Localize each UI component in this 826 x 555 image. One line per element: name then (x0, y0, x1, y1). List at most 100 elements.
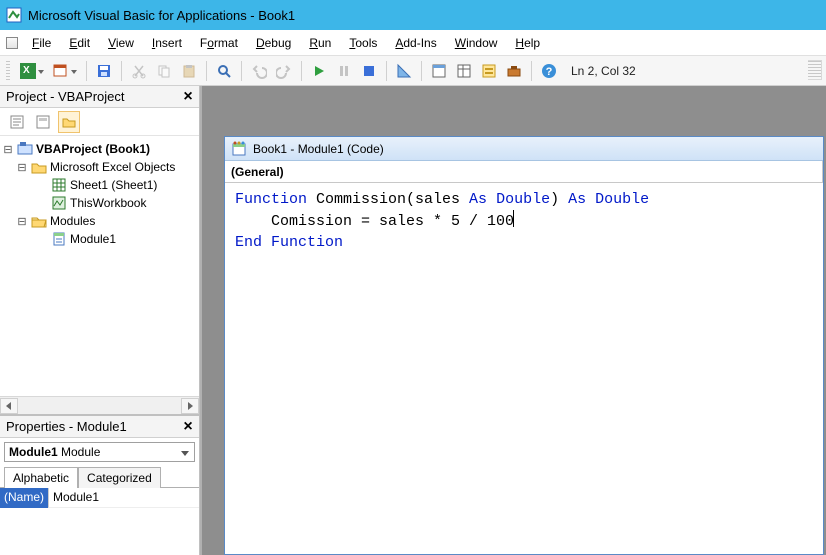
tree-label: Module1 (70, 232, 116, 246)
design-mode-button[interactable] (393, 60, 415, 82)
properties-tab-alphabetic[interactable]: Alphabetic (4, 467, 78, 488)
properties-object-combo[interactable]: Module1 Module (4, 442, 195, 462)
form-page-icon (35, 114, 51, 130)
menu-insert[interactable]: Insert (144, 33, 190, 53)
property-name-key: (Name) (0, 488, 48, 508)
project-hscrollbar[interactable] (0, 396, 199, 414)
properties-pane-close-icon[interactable]: × (179, 418, 197, 436)
stop-icon (362, 64, 376, 78)
copy-button[interactable] (153, 60, 175, 82)
pause-icon (337, 64, 351, 78)
menu-help[interactable]: Help (507, 33, 548, 53)
code-header: (General) (225, 161, 823, 183)
insert-object-button[interactable] (50, 60, 80, 82)
view-code-button[interactable] (6, 111, 28, 133)
menu-debug[interactable]: Debug (248, 33, 299, 53)
menu-format[interactable]: Format (192, 33, 246, 53)
tree-module1[interactable]: Module1 (2, 230, 197, 248)
collapse-icon[interactable]: ⊟ (16, 215, 28, 228)
folder-icon (61, 114, 77, 130)
tree-modules-folder[interactable]: ⊟ Modules (2, 212, 197, 230)
find-button[interactable] (213, 60, 235, 82)
project-pane-close-icon[interactable]: × (179, 88, 197, 106)
find-icon (216, 63, 232, 79)
properties-pane-title: Properties - Module1 (6, 419, 127, 434)
properties-grid[interactable]: (Name) Module1 (0, 487, 199, 508)
tree-label: ThisWorkbook (70, 196, 146, 210)
properties-icon (456, 63, 472, 79)
project-pane-header: Project - VBAProject × (0, 86, 199, 108)
tree-root[interactable]: ⊟ VBAProject (Book1) (2, 140, 197, 158)
worksheet-icon (51, 177, 67, 193)
menu-tools[interactable]: Tools (341, 33, 385, 53)
help-button[interactable]: ? (538, 60, 560, 82)
properties-tab-categorized[interactable]: Categorized (78, 467, 161, 488)
tree-label: Microsoft Excel Objects (50, 160, 175, 174)
menu-file[interactable]: File (24, 33, 59, 53)
tree-thisworkbook[interactable]: ThisWorkbook (2, 194, 197, 212)
scroll-left-icon[interactable] (0, 398, 18, 414)
property-name-value[interactable]: Module1 (48, 488, 199, 508)
tree-excel-objects[interactable]: ⊟ Microsoft Excel Objects (2, 158, 197, 176)
play-icon (312, 64, 326, 78)
toolbar-grip[interactable] (6, 61, 10, 81)
menu-addins[interactable]: Add-Ins (387, 33, 444, 53)
tree-label: Sheet1 (Sheet1) (70, 178, 157, 192)
tree-label: Modules (50, 214, 95, 228)
toolbar-overflow[interactable] (808, 60, 822, 80)
tree-sheet1[interactable]: Sheet1 (Sheet1) (2, 176, 197, 194)
break-button[interactable] (333, 60, 355, 82)
folder-open-icon (31, 213, 47, 229)
code-window: Book1 - Module1 (Code) (General) Functio… (224, 136, 824, 555)
workbook-icon (51, 195, 67, 211)
object-combo-label: (General) (231, 165, 284, 179)
toolbox-button[interactable] (503, 60, 525, 82)
properties-pane-header: Properties - Module1 × (0, 416, 199, 438)
undo-button[interactable] (248, 60, 270, 82)
redo-button[interactable] (273, 60, 295, 82)
menu-window[interactable]: Window (447, 33, 506, 53)
code-editor[interactable]: Function Commission(sales As Double) As … (225, 183, 823, 554)
properties-window-button[interactable] (453, 60, 475, 82)
cursor-position-status: Ln 2, Col 32 (571, 64, 636, 78)
collapse-icon[interactable]: ⊟ (16, 161, 28, 174)
app-title: Microsoft Visual Basic for Applications … (28, 8, 295, 23)
standard-toolbar: ? Ln 2, Col 32 (0, 56, 826, 86)
code-window-titlebar[interactable]: Book1 - Module1 (Code) (225, 137, 823, 161)
project-tree[interactable]: ⊟ VBAProject (Book1) ⊟ Microsoft Excel O… (0, 136, 199, 396)
run-button[interactable] (308, 60, 330, 82)
property-row-name[interactable]: (Name) Module1 (0, 488, 199, 508)
folder-icon (31, 159, 47, 175)
project-pane-title: Project - VBAProject (6, 89, 125, 104)
reset-button[interactable] (358, 60, 380, 82)
mdi-client-area: Book1 - Module1 (Code) (General) Functio… (200, 86, 826, 555)
text-caret (513, 210, 514, 227)
paste-button[interactable] (178, 60, 200, 82)
scroll-right-icon[interactable] (181, 398, 199, 414)
menu-view[interactable]: View (100, 33, 142, 53)
view-object-button[interactable] (32, 111, 54, 133)
object-browser-button[interactable] (478, 60, 500, 82)
code-page-icon (9, 114, 25, 130)
save-icon (96, 63, 112, 79)
view-excel-button[interactable] (17, 60, 47, 82)
project-window-icon (431, 63, 447, 79)
toggle-folders-button[interactable] (58, 111, 80, 133)
menu-edit[interactable]: Edit (61, 33, 98, 53)
svg-text:?: ? (546, 66, 553, 78)
cut-icon (131, 63, 147, 79)
module-icon (51, 231, 67, 247)
cut-button[interactable] (128, 60, 150, 82)
object-combo[interactable]: (General) (225, 161, 823, 182)
toolbox-icon (506, 63, 522, 79)
collapse-icon[interactable]: ⊟ (2, 143, 14, 156)
object-browser-icon (481, 63, 497, 79)
ruler-triangle-icon (396, 63, 412, 79)
redo-icon (276, 63, 292, 79)
project-explorer-button[interactable] (428, 60, 450, 82)
tree-root-label: VBAProject (Book1) (36, 142, 150, 156)
module-icon (231, 141, 247, 157)
menu-run[interactable]: Run (301, 33, 339, 53)
mdi-system-icon[interactable] (6, 37, 18, 49)
save-button[interactable] (93, 60, 115, 82)
